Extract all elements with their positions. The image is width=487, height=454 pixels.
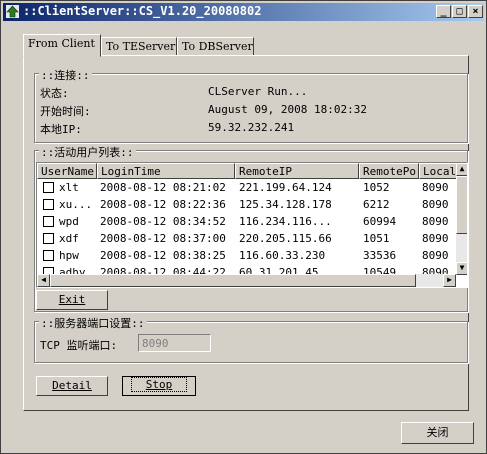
status-value: CLServer Run...: [208, 85, 308, 98]
detail-button[interactable]: Detail: [36, 376, 108, 396]
cell-localport: 8090: [422, 215, 449, 228]
local-ip-value: 59.32.232.241: [208, 121, 295, 134]
user-list[interactable]: UserName LoginTime RemoteIP RemotePort L…: [36, 162, 468, 288]
user-list-header: UserName LoginTime RemoteIP RemotePort L…: [37, 163, 459, 179]
cell-remoteport: 1052: [363, 181, 390, 194]
cell-remoteip: 221.199.64.124: [239, 181, 332, 194]
cell-remoteip: 220.205.115.66: [239, 232, 332, 245]
tab-to-dbserver[interactable]: To DBServer: [177, 37, 254, 56]
minimize-icon: _: [440, 6, 447, 17]
maximize-button[interactable]: □: [452, 5, 467, 18]
table-row[interactable]: xlt 2008-08-12 08:21:02 221.199.64.124 1…: [37, 180, 457, 197]
close-window-button[interactable]: ×: [468, 5, 483, 18]
cell-logintime: 2008-08-12 08:34:52: [100, 215, 226, 228]
tcp-port-field[interactable]: 8090: [138, 334, 211, 352]
horizontal-scroll-thumb[interactable]: [50, 274, 416, 287]
scroll-down-arrow-icon[interactable]: ▼: [456, 262, 467, 275]
up-arrow-icon: [6, 5, 19, 18]
table-row[interactable]: wpd 2008-08-12 08:34:52 116.234.116... 6…: [37, 214, 457, 231]
cell-localport: 8090: [422, 181, 449, 194]
row-checkbox[interactable]: [43, 233, 54, 244]
table-row[interactable]: xu... 2008-08-12 08:22:36 125.34.128.178…: [37, 197, 457, 214]
cell-remoteport: 1051: [363, 232, 390, 245]
users-group-label: ::活动用户列表::: [39, 144, 136, 160]
row-checkbox[interactable]: [43, 199, 54, 210]
column-header-remoteport[interactable]: RemotePort: [359, 163, 419, 179]
cell-localport: 8090: [422, 249, 449, 262]
cell-localport: 8090: [422, 198, 449, 211]
stop-button[interactable]: Stop: [122, 376, 196, 396]
port-settings-group-label: ::服务器端口设置::: [39, 315, 147, 331]
cell-logintime: 2008-08-12 08:38:25: [100, 249, 226, 262]
close-button[interactable]: 关闭: [401, 422, 474, 444]
tcp-port-label: TCP 监听端口:: [40, 339, 118, 352]
scroll-thumb[interactable]: [456, 176, 467, 234]
main-window: ::ClientServer::CS_V1.20_20080802 _ □ × …: [0, 0, 487, 454]
local-ip-label: 本地IP:: [40, 123, 82, 136]
minimize-button[interactable]: _: [436, 5, 451, 18]
window-title: ::ClientServer::CS_V1.20_20080802: [23, 4, 262, 18]
cell-logintime: 2008-08-12 08:22:36: [100, 198, 226, 211]
column-header-localport[interactable]: LocalP: [419, 163, 459, 179]
scroll-up-arrow-icon[interactable]: ▲: [456, 163, 467, 176]
cell-remoteport: 60994: [363, 215, 397, 228]
vertical-scrollbar[interactable]: ▲ ▼: [456, 163, 467, 275]
row-checkbox[interactable]: [43, 216, 54, 227]
start-time-label: 开始时间:: [40, 105, 91, 118]
scroll-right-arrow-icon[interactable]: ▶: [443, 274, 456, 287]
cell-remoteip: 116.60.33.230: [239, 249, 326, 262]
row-checkbox[interactable]: [43, 250, 54, 261]
cell-username: xu...: [59, 198, 93, 211]
cell-localport: 8090: [422, 232, 449, 245]
column-header-remoteip[interactable]: RemoteIP: [235, 163, 359, 179]
cell-remoteport: 33536: [363, 249, 397, 262]
exit-button[interactable]: Exit: [36, 290, 108, 310]
tab-to-teserver[interactable]: To TEServer: [101, 37, 177, 56]
exit-button-label: Exit: [58, 293, 86, 306]
cell-logintime: 2008-08-12 08:21:02: [100, 181, 226, 194]
cell-username: xdf: [59, 232, 79, 245]
horizontal-scrollbar[interactable]: ◀ ▶: [37, 274, 456, 287]
cell-username: wpd: [59, 215, 79, 228]
maximize-icon: □: [456, 6, 463, 17]
close-button-label: 关闭: [426, 426, 449, 439]
detail-button-label: Detail: [52, 379, 92, 392]
stop-button-label: Stop: [130, 377, 188, 392]
cell-username: hpw: [59, 249, 79, 262]
table-row[interactable]: xdf 2008-08-12 08:37:00 220.205.115.66 1…: [37, 231, 457, 248]
scroll-left-arrow-icon[interactable]: ◀: [37, 274, 50, 287]
status-label: 状态:: [40, 87, 69, 100]
cell-remoteport: 6212: [363, 198, 390, 211]
cell-logintime: 2008-08-12 08:37:00: [100, 232, 226, 245]
row-checkbox[interactable]: [43, 182, 54, 193]
close-icon: ×: [472, 6, 479, 17]
start-time-value: August 09, 2008 18:02:32: [208, 103, 367, 116]
tab-from-client[interactable]: From Client: [23, 34, 101, 57]
column-header-username[interactable]: UserName: [37, 163, 97, 179]
table-row[interactable]: hpw 2008-08-12 08:38:25 116.60.33.230 33…: [37, 248, 457, 265]
cell-remoteip: 116.234.116...: [239, 215, 332, 228]
column-header-logintime[interactable]: LoginTime: [97, 163, 235, 179]
cell-remoteip: 125.34.128.178: [239, 198, 332, 211]
title-bar[interactable]: ::ClientServer::CS_V1.20_20080802 _ □ ×: [3, 3, 484, 21]
cell-username: xlt: [59, 181, 79, 194]
connection-group-label: ::连接::: [39, 67, 92, 83]
